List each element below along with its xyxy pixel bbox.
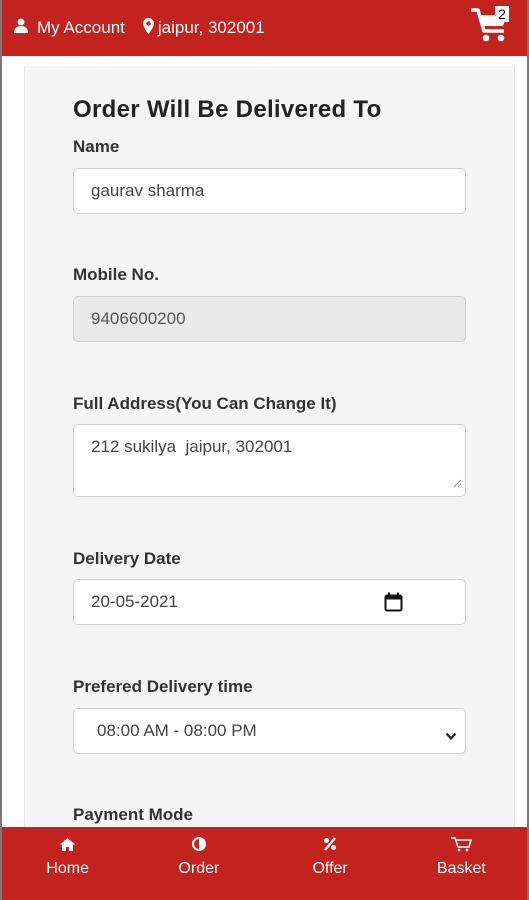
delivery-date-input[interactable]: 20-05-2021: [73, 579, 466, 625]
delivery-time-label: Prefered Delivery time: [73, 677, 253, 696]
delivery-time-select[interactable]: 08:00 AM - 08:00 PM: [73, 708, 466, 754]
delivery-time-value: 08:00 AM - 08:00 PM: [97, 721, 257, 740]
chevron-down-icon: [445, 726, 457, 746]
name-label: Name: [73, 137, 120, 156]
nav-offer-label: Offer: [312, 860, 348, 877]
basket-icon: [450, 835, 473, 853]
delivery-form-panel: Order Will Be Delivered To Name gaurav s…: [24, 66, 515, 866]
user-icon: [14, 18, 37, 38]
location-link[interactable]: jaipur, 302001: [142, 17, 265, 39]
top-bar: My Account jaipur, 302001 2: [2, 0, 527, 56]
cart-button[interactable]: 2: [469, 4, 511, 44]
nav-order-label: Order: [178, 860, 220, 877]
calendar-icon[interactable]: [384, 592, 403, 617]
nav-basket-label: Basket: [436, 860, 486, 877]
delivery-date-value: 20-05-2021: [91, 592, 178, 611]
nav-order[interactable]: Order: [133, 827, 264, 900]
nav-home[interactable]: Home: [2, 827, 133, 900]
map-marker-icon: [142, 17, 158, 39]
nav-offer[interactable]: Offer: [265, 827, 396, 900]
mobile-input: 9406600200: [73, 296, 466, 342]
percent-icon: [323, 835, 337, 853]
my-account-label: My Account: [37, 18, 125, 37]
home-icon: [60, 835, 76, 853]
payment-mode-label: Payment Mode: [73, 805, 193, 824]
mobile-input-value: 9406600200: [91, 309, 186, 328]
address-label: Full Address(You Can Change It): [73, 394, 337, 413]
nav-basket[interactable]: Basket: [396, 827, 527, 900]
order-icon: [191, 835, 206, 853]
name-input-value: gaurav sharma: [91, 181, 205, 200]
bottom-nav: Home Order Offer Basket: [2, 827, 527, 900]
location-label: jaipur, 302001: [157, 18, 265, 37]
my-account-link[interactable]: My Account: [14, 18, 125, 38]
mobile-label: Mobile No.: [73, 265, 159, 284]
nav-home-label: Home: [46, 860, 89, 877]
page-title: Order Will Be Delivered To: [73, 96, 382, 123]
resize-handle-icon[interactable]: [453, 473, 462, 493]
cart-icon: [469, 8, 511, 48]
cart-count-badge: 2: [495, 6, 509, 22]
address-textarea-value: 212 sukilya jaipur, 302001: [91, 437, 293, 456]
delivery-date-label: Delivery Date: [73, 549, 181, 568]
address-textarea[interactable]: 212 sukilya jaipur, 302001: [73, 424, 466, 497]
name-input[interactable]: gaurav sharma: [73, 168, 466, 214]
